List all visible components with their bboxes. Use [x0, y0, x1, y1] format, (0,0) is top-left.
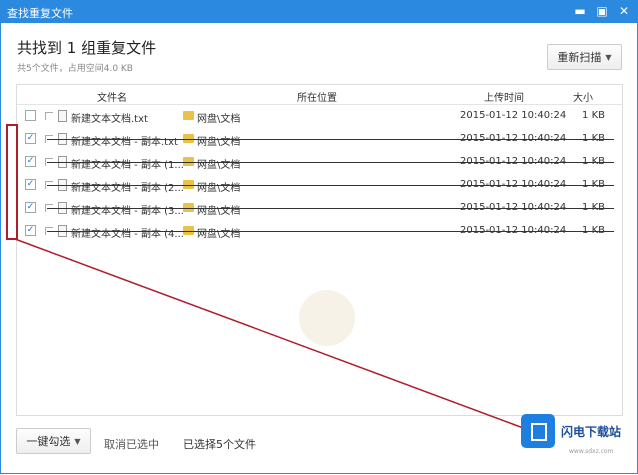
duplicate-finder-window: 查找重复文件 ▬ ▣ ✕ 共找到 1 组重复文件 共5个文件，占用空间4.0 K… — [0, 0, 638, 474]
brand-url: www.sdxz.com — [569, 448, 614, 455]
brand-logo-icon — [521, 414, 555, 448]
annotation-arrow — [14, 238, 527, 430]
one-click-select-button[interactable]: 一键勾选 ▼ — [16, 428, 91, 454]
selected-count: 已选择5个文件 — [183, 438, 256, 451]
brand-name: 闪电下载站 — [561, 424, 622, 439]
arrow-line — [14, 238, 527, 430]
brand-watermark: 闪电下载站 — [521, 414, 631, 448]
chevron-down-icon: ▼ — [74, 436, 81, 446]
cancel-selection-link[interactable]: 取消已选中 — [104, 436, 159, 452]
select-label: 一键勾选 — [26, 435, 71, 448]
